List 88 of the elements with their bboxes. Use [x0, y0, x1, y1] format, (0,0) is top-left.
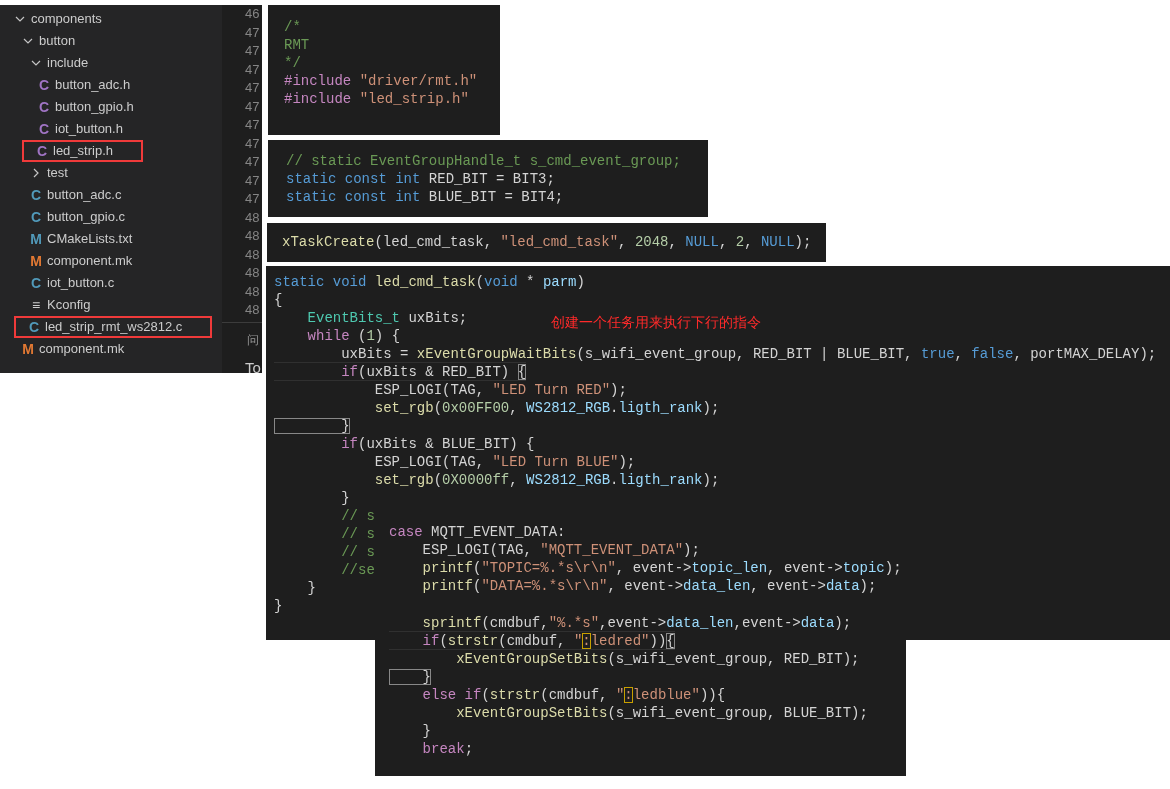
- code-line: }: [306, 579, 316, 597]
- file-type-icon: C: [30, 188, 42, 202]
- file-type-icon: C: [30, 210, 42, 224]
- code-line: // s: [340, 525, 375, 543]
- folder-item[interactable]: test: [26, 162, 74, 184]
- folder-item[interactable]: button: [18, 30, 82, 52]
- code-line: else if(strstr(cmdbuf, ":ledblue")){: [421, 686, 726, 704]
- file-item[interactable]: C led_strip.h: [22, 140, 143, 162]
- line-number: 47: [245, 171, 261, 190]
- file-type-icon: C: [38, 100, 50, 114]
- panel-text: To: [245, 358, 261, 373]
- code-line: static const int RED_BIT = BIT3;: [286, 170, 555, 188]
- folder-item[interactable]: components: [10, 8, 108, 30]
- code-line: if(uxBits & RED_BIT) {: [274, 362, 527, 381]
- panel-tab[interactable]: 问: [247, 332, 259, 347]
- file-item[interactable]: ≡ Kconfig: [26, 294, 97, 316]
- line-number: 47: [245, 23, 261, 42]
- line-number: 48: [245, 264, 261, 282]
- file-item[interactable]: C button_adc.h: [34, 74, 137, 96]
- file-type-icon: C: [36, 144, 48, 158]
- annotation-text: 创建一个任务用来执行下行的指令: [551, 313, 761, 332]
- code-line: /*: [284, 18, 301, 36]
- code-line: }: [274, 597, 283, 615]
- file-type-icon: C: [38, 78, 50, 92]
- code-line: break;: [421, 740, 474, 758]
- code-line: }: [274, 416, 350, 435]
- line-number: 47: [245, 190, 261, 208]
- file-type-icon: M: [30, 254, 42, 268]
- line-number: 46: [245, 5, 261, 23]
- code-line: {: [274, 291, 283, 309]
- code-line: }: [389, 667, 431, 686]
- code-line: ESP_LOGI(TAG, "LED Turn BLUE");: [373, 453, 636, 471]
- line-number: 48: [245, 301, 261, 319]
- code-line: if(strstr(cmdbuf, ":ledred")){: [389, 631, 675, 650]
- code-line: //se: [340, 561, 375, 579]
- line-number: 47: [245, 79, 261, 97]
- file-type-icon: M: [30, 232, 42, 246]
- code-line: if(uxBits & BLUE_BIT) {: [340, 435, 535, 453]
- code-line: set_rgb(0x00FF00, WS2812_RGB.ligth_rank);: [373, 399, 720, 417]
- file-type-icon: C: [38, 122, 50, 136]
- code-line: sprintf(cmdbuf,"%.*s",event->data_len,event->data);: [421, 614, 852, 632]
- folder-item[interactable]: include: [26, 52, 95, 74]
- file-type-icon: C: [30, 276, 42, 290]
- line-number: 47: [245, 153, 261, 171]
- code-line: #include "led_strip.h": [284, 90, 469, 108]
- code-line: EventBits_t uxBits;: [306, 309, 468, 327]
- code-line: case MQTT_EVENT_DATA:: [389, 523, 566, 541]
- code-line: ESP_LOGI(TAG, "LED Turn RED");: [373, 381, 627, 399]
- code-line: ESP_LOGI(TAG, "MQTT_EVENT_DATA");: [421, 541, 700, 559]
- code-line: xEventGroupSetBits(s_wifi_event_group, BLUE_BIT);: [455, 704, 868, 722]
- code-line: while (1) {: [306, 327, 401, 345]
- code-line: uxBits = xEventGroupWaitBits(s_wifi_event_group, RED_BIT | BLUE_BIT, true, false, portMAX_DELAY);: [340, 345, 1157, 363]
- code-line: #include "driver/rmt.h": [284, 72, 478, 90]
- file-item[interactable]: M component.mk: [26, 250, 139, 272]
- code-line: }: [421, 722, 431, 740]
- file-type-icon: ≡: [31, 298, 41, 312]
- file-item[interactable]: C button_gpio.h: [34, 96, 140, 118]
- line-number: 47: [245, 134, 261, 153]
- file-item[interactable]: M CMakeLists.txt: [26, 228, 139, 250]
- file-item[interactable]: C iot_button.c: [26, 272, 121, 294]
- file-item[interactable]: C button_adc.c: [26, 184, 128, 206]
- file-item[interactable]: C led_strip_rmt_ws2812.c: [14, 316, 213, 338]
- file-item[interactable]: C iot_button.h: [34, 118, 129, 140]
- code-line: */: [284, 54, 301, 72]
- code-line: set_rgb(0X0000ff, WS2812_RGB.ligth_rank);: [373, 471, 720, 489]
- code-line: printf("TOPIC=%.*s\r\n", event->topic_len, event->topic);: [421, 559, 902, 577]
- code-line: static void led_cmd_task(void * parm): [274, 273, 585, 291]
- code-line: // s: [340, 507, 375, 525]
- line-number: 47: [245, 42, 261, 60]
- file-item[interactable]: M component.mk: [18, 338, 131, 360]
- line-number: 48: [245, 227, 261, 245]
- file-item[interactable]: C button_gpio.c: [26, 206, 132, 228]
- line-number: 48: [245, 282, 261, 301]
- code-line: xEventGroupSetBits(s_wifi_event_group, RED_BIT);: [455, 650, 860, 668]
- code-line: printf("DATA=%.*s\r\n", event->data_len, event->data);: [421, 577, 877, 595]
- code-line: RMT: [284, 36, 310, 54]
- line-number: 48: [245, 208, 261, 227]
- code-line: // s: [340, 543, 375, 561]
- file-type-icon: M: [22, 342, 34, 356]
- code-line: // static EventGroupHandle_t s_cmd_event_group;: [286, 152, 681, 170]
- file-type-icon: C: [28, 320, 40, 334]
- code-line: }: [340, 489, 350, 507]
- line-number: 47: [245, 60, 261, 79]
- line-number: 48: [245, 245, 261, 264]
- line-number: 47: [245, 116, 261, 134]
- line-number: 47: [245, 97, 261, 116]
- code-line: static const int BLUE_BIT = BIT4;: [286, 188, 564, 206]
- code-line: xTaskCreate(led_cmd_task, "led_cmd_task", 2048, NULL, 2, NULL);: [282, 233, 812, 251]
